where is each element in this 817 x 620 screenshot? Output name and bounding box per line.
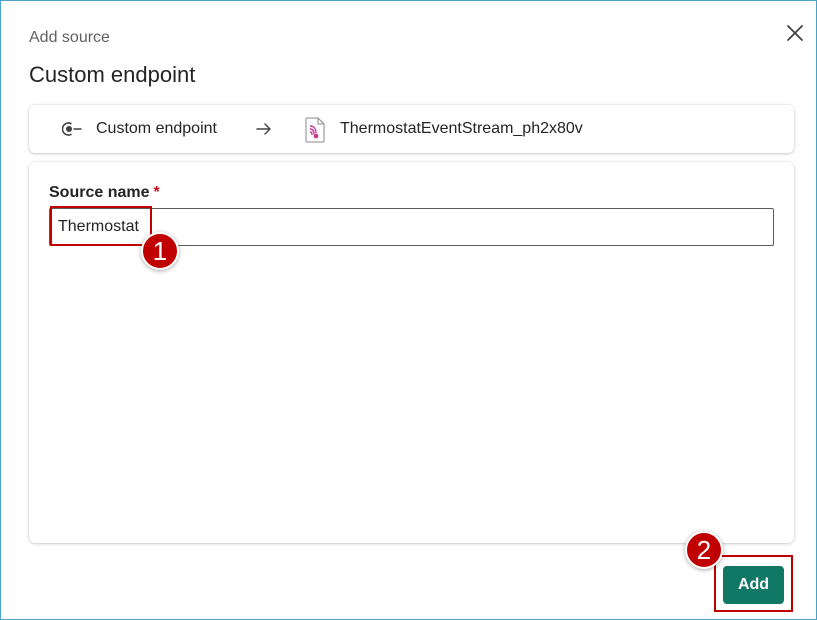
highlight-box-add-button — [714, 555, 793, 612]
source-flow-summary: Custom endpoint ThermostatEventStream_ph… — [29, 105, 794, 153]
highlight-box-source-name — [50, 206, 152, 246]
custom-endpoint-icon — [61, 121, 82, 137]
step-2-badge: 2 — [685, 531, 723, 569]
dialog-title: Custom endpoint — [29, 62, 196, 87]
destination-eventstream-label: ThermostatEventStream_ph2x80v — [340, 120, 583, 137]
source-type-label: Custom endpoint — [96, 120, 217, 137]
close-icon[interactable] — [783, 21, 807, 45]
step-1-badge: 1 — [141, 232, 179, 270]
source-name-label-text: Source name — [49, 184, 150, 201]
source-name-label: Source name * — [49, 184, 160, 202]
eventstream-icon — [304, 117, 326, 143]
required-marker: * — [153, 184, 160, 201]
add-source-dialog: Add source Custom endpoint Custom endpoi… — [0, 0, 817, 620]
arrow-right-icon — [255, 121, 273, 137]
dialog-subtitle: Add source — [29, 29, 110, 46]
